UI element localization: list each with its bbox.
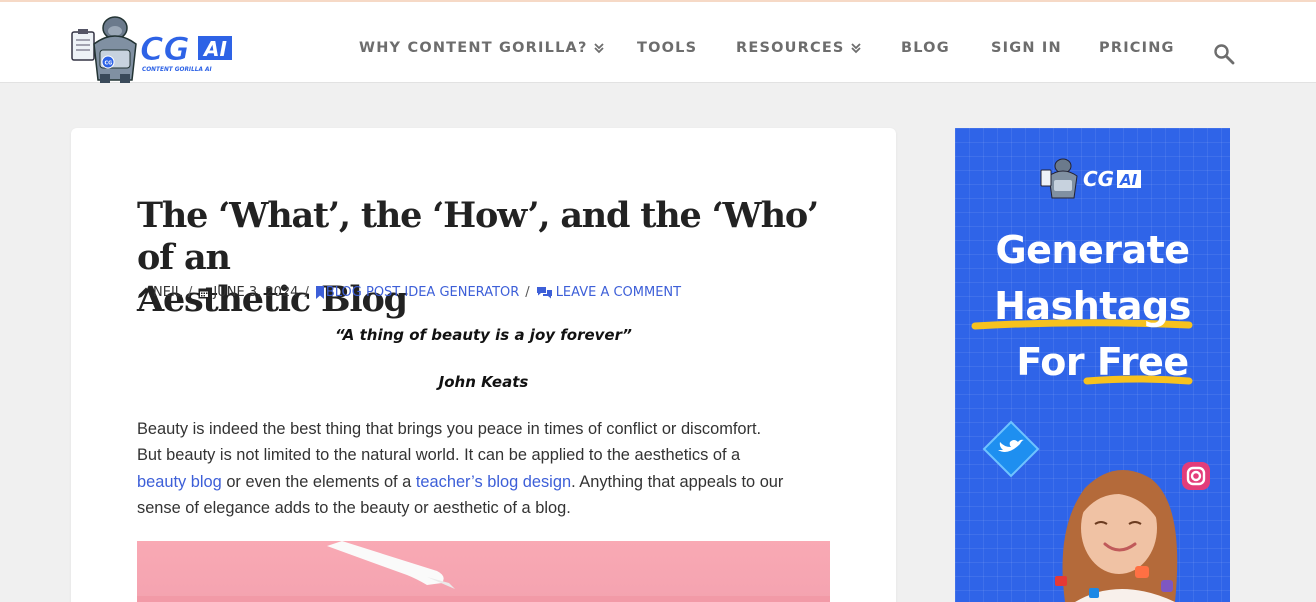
quote-text: “A thing of beauty is a joy forever” bbox=[335, 326, 632, 344]
paragraph-text: or even the elements of a bbox=[221, 472, 416, 491]
ad-underline bbox=[1083, 375, 1193, 385]
comments-icon bbox=[536, 287, 552, 299]
nav-item-blog[interactable]: BLOG bbox=[901, 40, 950, 56]
svg-text:CG: CG bbox=[140, 30, 190, 68]
category-link[interactable]: BLOG POST IDEA GENERATOR bbox=[326, 285, 519, 300]
nav-item-label: SIGN IN bbox=[991, 40, 1062, 56]
quote-author: John Keats bbox=[438, 373, 529, 391]
article-hero-image bbox=[137, 541, 830, 602]
nav-item-sign-in[interactable]: SIGN IN bbox=[991, 40, 1062, 56]
nav-item-label: WHY CONTENT GORILLA? bbox=[359, 40, 588, 56]
meta-separator: / bbox=[188, 285, 193, 300]
ad-headline-line-2: Hashtags bbox=[994, 284, 1191, 328]
search-icon[interactable] bbox=[1212, 42, 1236, 66]
pen-illustration bbox=[137, 541, 830, 602]
site-header: CG CG AI CONTENT GORILLA AI WHY CONTENT … bbox=[0, 2, 1316, 83]
nav-item-tools[interactable]: TOOLS bbox=[637, 40, 697, 56]
nav-item-label: BLOG bbox=[901, 40, 950, 56]
paragraph-text: . Anything that appeals to our bbox=[571, 472, 784, 491]
article-paragraph: Beauty is indeed the best thing that bri… bbox=[137, 416, 837, 521]
article-title-line-1: The ‘What’, the ‘How’, and the ‘Who’ of … bbox=[137, 195, 819, 278]
paragraph-line: sense of elegance adds to the beauty or … bbox=[137, 498, 571, 517]
svg-text:AI: AI bbox=[1119, 171, 1138, 189]
meta-separator: / bbox=[525, 285, 530, 300]
double-chevron-down-icon bbox=[850, 43, 861, 54]
nav-item-pricing[interactable]: PRICING bbox=[1099, 40, 1175, 56]
double-chevron-down-icon bbox=[593, 43, 604, 54]
ad-headline-line-1: Generate bbox=[995, 228, 1190, 272]
article-title: The ‘What’, the ‘How’, and the ‘Who’ of … bbox=[137, 195, 837, 321]
svg-text:CONTENT GORILLA AI: CONTENT GORILLA AI bbox=[142, 67, 212, 73]
author-link[interactable]: NEIL bbox=[153, 285, 182, 300]
pencil-icon bbox=[138, 287, 149, 298]
bookmark-icon bbox=[315, 286, 324, 299]
ad-logo: CG AI bbox=[1040, 158, 1141, 199]
nav-item-label: TOOLS bbox=[637, 40, 698, 56]
paragraph-line: But beauty is not limited to the natural… bbox=[137, 446, 741, 465]
bird-icon bbox=[982, 420, 1040, 478]
leave-comment-link[interactable]: LEAVE A COMMENT bbox=[556, 285, 681, 300]
svg-text:AI: AI bbox=[202, 37, 227, 61]
nav-item-why-content-gorilla[interactable]: WHY CONTENT GORILLA? bbox=[359, 40, 605, 56]
article-meta: NEIL / JUNE 3, 2024 / BLOG POST IDEA GEN… bbox=[137, 285, 681, 300]
teachers-blog-design-link[interactable]: teacher’s blog design bbox=[416, 473, 571, 491]
meta-separator: / bbox=[304, 285, 309, 300]
content-gorilla-logo[interactable]: CG CG AI CONTENT GORILLA AI bbox=[70, 14, 235, 86]
beauty-blog-link[interactable]: beauty blog bbox=[137, 473, 222, 491]
svg-text:CG: CG bbox=[1083, 167, 1114, 191]
svg-text:CG: CG bbox=[105, 61, 113, 67]
calendar-icon bbox=[198, 288, 210, 298]
nav-item-label: PRICING bbox=[1099, 40, 1175, 56]
paragraph-line: Beauty is indeed the best thing that bri… bbox=[137, 420, 762, 438]
woman-with-phone-image bbox=[1055, 470, 1178, 602]
nav-item-resources[interactable]: RESOURCES bbox=[736, 40, 862, 56]
nav-item-label: RESOURCES bbox=[736, 40, 845, 56]
hashtag-generator-ad[interactable]: CG AI Generate Hashtags For Free bbox=[955, 128, 1230, 602]
publish-date: JUNE 3, 2024 bbox=[213, 285, 299, 300]
